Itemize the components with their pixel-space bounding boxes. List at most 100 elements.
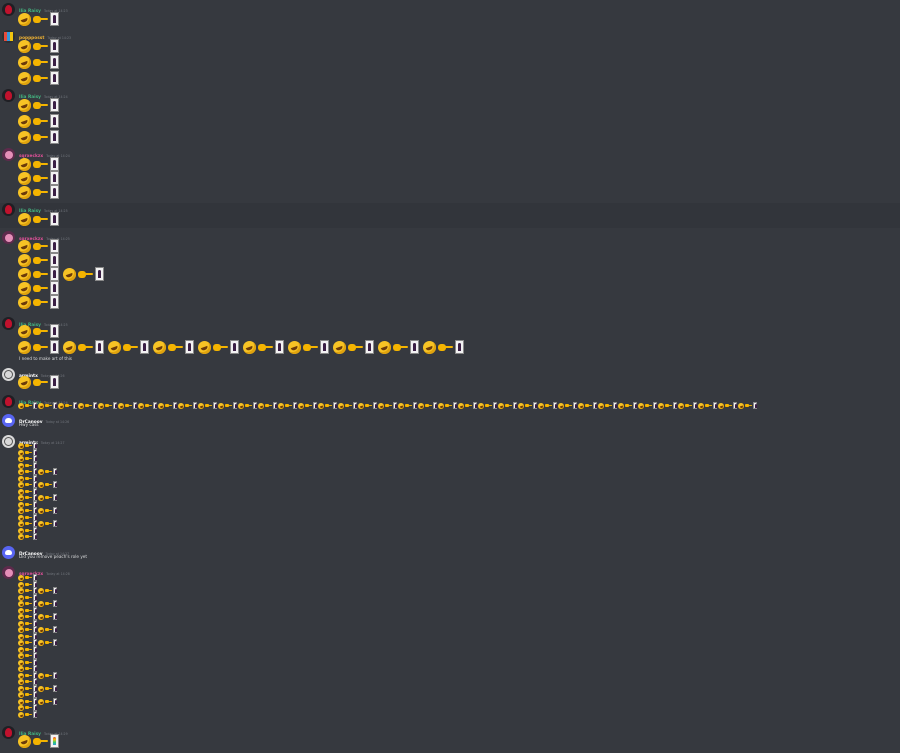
pointing-right-emoji-icon[interactable] — [705, 403, 712, 408]
rofl-emoji-icon[interactable] — [18, 253, 31, 267]
rofl-emoji-icon[interactable] — [438, 402, 444, 409]
man-standing-emoji-icon[interactable] — [333, 402, 337, 409]
pointing-right-emoji-icon[interactable] — [25, 476, 32, 481]
man-standing-emoji-icon[interactable] — [273, 402, 277, 409]
pointing-right-emoji-icon[interactable] — [545, 403, 552, 408]
rofl-emoji-icon[interactable] — [63, 267, 76, 281]
man-standing-emoji-icon[interactable] — [230, 340, 239, 354]
rofl-emoji-icon[interactable] — [558, 402, 564, 409]
rofl-emoji-icon[interactable] — [18, 613, 24, 620]
man-standing-emoji-icon[interactable] — [50, 281, 59, 295]
man-standing-emoji-icon[interactable] — [733, 402, 737, 409]
pointing-right-emoji-icon[interactable] — [213, 343, 228, 351]
rofl-emoji-icon[interactable] — [18, 574, 24, 581]
pointing-right-emoji-icon[interactable] — [25, 469, 32, 474]
man-standing-emoji-icon[interactable] — [50, 185, 59, 199]
rofl-emoji-icon[interactable] — [658, 402, 664, 409]
pointing-right-emoji-icon[interactable] — [465, 403, 472, 408]
rofl-emoji-icon[interactable] — [278, 402, 284, 409]
rofl-emoji-icon[interactable] — [158, 402, 164, 409]
rofl-emoji-icon[interactable] — [398, 402, 404, 409]
man-standing-emoji-icon[interactable] — [50, 295, 59, 309]
pointing-right-emoji-icon[interactable] — [325, 403, 332, 408]
man-standing-emoji-icon[interactable] — [33, 520, 37, 527]
pointing-right-emoji-icon[interactable] — [25, 666, 32, 671]
rofl-emoji-icon[interactable] — [18, 711, 24, 718]
man-standing-emoji-icon[interactable] — [393, 402, 397, 409]
man-standing-emoji-icon[interactable] — [33, 652, 37, 659]
chat-message[interactable]: Ilia RaisyToday at 14:26 — [0, 395, 900, 413]
man-standing-emoji-icon[interactable] — [293, 402, 297, 409]
man-standing-emoji-icon[interactable] — [275, 340, 284, 354]
man-standing-emoji-icon[interactable] — [53, 468, 57, 475]
avatar[interactable] — [2, 203, 15, 216]
man-standing-emoji-icon[interactable] — [50, 375, 59, 389]
rofl-emoji-icon[interactable] — [18, 734, 31, 748]
pointing-right-emoji-icon[interactable] — [33, 74, 48, 82]
man-standing-emoji-icon[interactable] — [173, 402, 177, 409]
rofl-emoji-icon[interactable] — [18, 494, 24, 501]
rofl-emoji-icon[interactable] — [38, 468, 44, 475]
pointing-right-emoji-icon[interactable] — [45, 521, 52, 526]
avatar[interactable] — [2, 726, 15, 739]
rofl-emoji-icon[interactable] — [418, 402, 424, 409]
man-standing-emoji-icon[interactable] — [33, 600, 37, 607]
rofl-emoji-icon[interactable] — [698, 402, 704, 409]
pointing-right-emoji-icon[interactable] — [25, 608, 32, 613]
pointing-right-emoji-icon[interactable] — [285, 403, 292, 408]
rofl-emoji-icon[interactable] — [18, 507, 24, 514]
man-standing-emoji-icon[interactable] — [93, 402, 97, 409]
pointing-right-emoji-icon[interactable] — [78, 270, 93, 278]
rofl-emoji-icon[interactable] — [18, 130, 31, 144]
pointing-right-emoji-icon[interactable] — [405, 403, 412, 408]
pointing-right-emoji-icon[interactable] — [565, 403, 572, 408]
pointing-right-emoji-icon[interactable] — [25, 588, 32, 593]
man-standing-emoji-icon[interactable] — [693, 402, 697, 409]
rofl-emoji-icon[interactable] — [38, 494, 44, 501]
man-standing-emoji-icon[interactable] — [573, 402, 577, 409]
man-standing-emoji-icon[interactable] — [73, 402, 77, 409]
pointing-right-emoji-icon[interactable] — [45, 508, 52, 513]
pointing-right-emoji-icon[interactable] — [45, 482, 52, 487]
man-standing-emoji-icon[interactable] — [53, 494, 57, 501]
man-standing-emoji-icon[interactable] — [410, 340, 419, 354]
rofl-emoji-icon[interactable] — [38, 639, 44, 646]
chat-message[interactable]: sqrxeckzx Today at 14:24 — [0, 148, 900, 203]
rofl-emoji-icon[interactable] — [638, 402, 644, 409]
man-standing-emoji-icon[interactable] — [413, 402, 417, 409]
rofl-emoji-icon[interactable] — [153, 340, 166, 354]
rofl-emoji-icon[interactable] — [18, 157, 31, 171]
rofl-emoji-icon[interactable] — [718, 402, 724, 409]
rofl-emoji-icon[interactable] — [63, 340, 76, 354]
man-standing-emoji-icon[interactable] — [33, 574, 37, 581]
pointing-right-emoji-icon[interactable] — [25, 640, 32, 645]
pointing-right-emoji-icon[interactable] — [25, 521, 32, 526]
rofl-emoji-icon[interactable] — [18, 71, 31, 85]
pointing-right-emoji-icon[interactable] — [305, 403, 312, 408]
rofl-emoji-icon[interactable] — [18, 665, 24, 672]
man-standing-emoji-icon[interactable] — [53, 520, 57, 527]
pointing-right-emoji-icon[interactable] — [25, 699, 32, 704]
pointing-right-emoji-icon[interactable] — [685, 403, 692, 408]
man-standing-emoji-icon[interactable] — [33, 533, 37, 540]
pointing-right-emoji-icon[interactable] — [25, 595, 32, 600]
pointing-right-emoji-icon[interactable] — [525, 403, 532, 408]
pointing-right-emoji-icon[interactable] — [25, 634, 32, 639]
rofl-emoji-icon[interactable] — [18, 481, 24, 488]
man-standing-emoji-icon[interactable] — [53, 600, 57, 607]
man-standing-emoji-icon[interactable] — [50, 55, 59, 69]
rofl-emoji-icon[interactable] — [38, 626, 44, 633]
rofl-emoji-icon[interactable] — [358, 402, 364, 409]
pointing-right-emoji-icon[interactable] — [33, 133, 48, 141]
pointing-right-emoji-icon[interactable] — [45, 588, 52, 593]
man-standing-emoji-icon[interactable] — [513, 402, 517, 409]
pointing-right-emoji-icon[interactable] — [348, 343, 363, 351]
pointing-right-emoji-icon[interactable] — [25, 705, 32, 710]
rofl-emoji-icon[interactable] — [333, 340, 346, 354]
man-standing-emoji-icon[interactable] — [53, 481, 57, 488]
rofl-emoji-icon[interactable] — [38, 600, 44, 607]
man-standing-emoji-icon[interactable] — [53, 672, 57, 679]
rofl-emoji-icon[interactable] — [38, 507, 44, 514]
pointing-right-emoji-icon[interactable] — [25, 601, 32, 606]
man-standing-emoji-icon[interactable] — [50, 98, 59, 112]
